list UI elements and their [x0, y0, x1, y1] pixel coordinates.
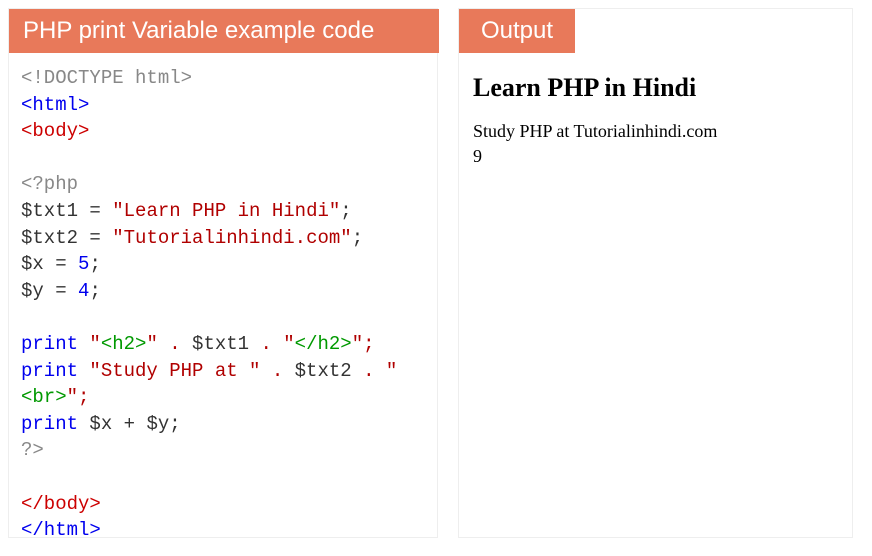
code-semi: "; — [67, 386, 90, 408]
output-panel-title: Output — [459, 9, 575, 53]
output-line-1: Study PHP at Tutorialinhindi.com — [473, 119, 838, 144]
code-var-y: $y — [21, 280, 44, 302]
code-var: $txt2 — [295, 360, 352, 382]
code-eq: = — [78, 200, 112, 222]
code-tag-h2: <h2> — [101, 333, 147, 355]
code-num: 4 — [78, 280, 89, 302]
code-print: print — [21, 360, 78, 382]
code-var-x: $x — [89, 413, 112, 435]
code-str: . " — [352, 360, 398, 382]
code-doctype: <!DOCTYPE html> — [21, 67, 192, 89]
code-str: . " — [249, 333, 295, 355]
code-op: + — [112, 413, 146, 435]
code-php-close: ?> — [21, 439, 44, 461]
code-eq: = — [78, 227, 112, 249]
code-str: "Study PHP at " . — [78, 360, 295, 382]
code-semi: ; — [340, 200, 351, 222]
code-var-y: $y — [146, 413, 169, 435]
code-block: <!DOCTYPE html> <html> <body> <?php $txt… — [9, 53, 437, 556]
code-semi: ; — [89, 253, 100, 275]
code-var-txt2: $txt2 — [21, 227, 78, 249]
code-panel: PHP print Variable example code <!DOCTYP… — [8, 8, 438, 538]
code-html-close: </html> — [21, 519, 101, 541]
output-panel: Output Learn PHP in Hindi Study PHP at T… — [458, 8, 853, 538]
code-tag-h2-close: </h2> — [295, 333, 352, 355]
code-php-open: <?php — [21, 173, 78, 195]
code-semi: ; — [352, 227, 363, 249]
code-body-open: <body> — [21, 120, 89, 142]
output-line-2: 9 — [473, 144, 838, 169]
code-semi: ; — [89, 280, 100, 302]
code-str: "Learn PHP in Hindi" — [112, 200, 340, 222]
code-sp — [78, 413, 89, 435]
code-str: " — [78, 333, 101, 355]
code-semi: ; — [169, 413, 180, 435]
code-panel-title: PHP print Variable example code — [9, 9, 439, 53]
code-eq: = — [44, 253, 78, 275]
code-str: " . — [146, 333, 192, 355]
output-block: Learn PHP in Hindi Study PHP at Tutorial… — [459, 53, 852, 189]
code-body-close: </body> — [21, 493, 101, 515]
code-var-txt1: $txt1 — [21, 200, 78, 222]
code-semi: "; — [352, 333, 375, 355]
output-heading: Learn PHP in Hindi — [473, 73, 838, 103]
code-tag-br: <br> — [21, 386, 67, 408]
code-str: "Tutorialinhindi.com" — [112, 227, 351, 249]
code-var-x: $x — [21, 253, 44, 275]
code-num: 5 — [78, 253, 89, 275]
code-print: print — [21, 333, 78, 355]
code-html-open: <html> — [21, 94, 89, 116]
code-print: print — [21, 413, 78, 435]
code-eq: = — [44, 280, 78, 302]
code-var: $txt1 — [192, 333, 249, 355]
